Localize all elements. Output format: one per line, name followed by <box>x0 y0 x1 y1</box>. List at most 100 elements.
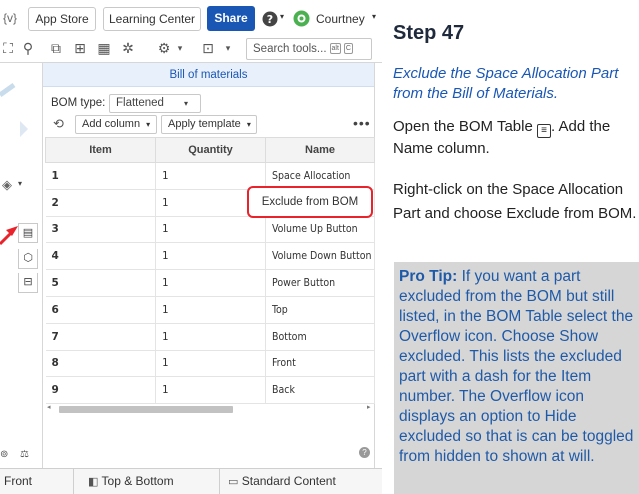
instruction-panel: Step 47 Exclude the Space Allocation Par… <box>382 0 639 494</box>
feature-toolbar: ⛶ ⚲ ⧉ ⊞ ▦ ✲ ⚙ ▾ ⊡ ▾ Search tools... alt C <box>0 35 382 63</box>
chevron-down-icon: ▾ <box>246 120 251 129</box>
column-header-item[interactable]: Item <box>45 137 156 163</box>
cell-item[interactable]: 2 <box>45 189 156 217</box>
share-button[interactable]: Share <box>207 6 255 31</box>
cell-name[interactable]: Front <box>265 350 375 378</box>
balance-icon[interactable]: ⚖ <box>20 449 29 460</box>
pro-tip-label: Pro Tip: <box>399 268 458 285</box>
bom-type-select[interactable]: Flattened ▾ <box>109 94 201 113</box>
cell-item[interactable]: 9 <box>45 376 156 405</box>
cell-qty[interactable]: 1 <box>155 216 266 244</box>
scroll-left-icon[interactable]: ◂ <box>47 403 51 411</box>
scrollbar-thumb[interactable] <box>59 406 233 413</box>
table-row[interactable]: 3 1 Volume Up Button <box>45 216 375 244</box>
appearance-icon[interactable]: ⬡ <box>18 249 38 269</box>
cell-qty[interactable]: 1 <box>155 162 266 190</box>
document-icon[interactable]: ⊚ <box>0 449 8 460</box>
p1-text: Open the BOM Table <box>393 118 533 135</box>
tab-top-bottom[interactable]: ◧ Top & Bottom <box>74 469 220 494</box>
column-header-quantity[interactable]: Quantity <box>155 137 266 163</box>
folder-icon: ▭ <box>228 476 239 488</box>
grid-icon[interactable]: ▦ <box>96 40 112 56</box>
cell-qty[interactable]: 1 <box>155 376 266 405</box>
bom-type-value: Flattened <box>116 97 164 109</box>
cell-name[interactable]: Power Button <box>265 269 375 297</box>
chevron-down-icon: ▾ <box>146 120 151 129</box>
configuration-icon[interactable]: ⊟ <box>18 273 38 293</box>
cell-name[interactable]: Volume Down Button <box>265 242 375 271</box>
top-toolbar: {v} App Store Learning Center Share ? ▾ … <box>0 0 382 35</box>
cell-item[interactable]: 1 <box>45 162 156 190</box>
overflow-icon[interactable]: ••• <box>353 115 371 131</box>
exclude-from-bom-menu-item[interactable]: Exclude from BOM <box>247 186 373 218</box>
cell-item[interactable]: 4 <box>45 242 156 271</box>
step-paragraph-1: Open the BOM Table ≡. Add the Name colum… <box>393 116 637 160</box>
part-icon[interactable]: ⛶ <box>0 40 16 56</box>
tab-label: Top & Bottom <box>101 474 174 488</box>
cell-name[interactable]: Volume Up Button <box>265 216 375 244</box>
cell-name[interactable]: Top <box>265 296 375 324</box>
settings-icon[interactable]: ⚙ <box>156 40 172 56</box>
tab-front[interactable]: Front <box>0 469 74 494</box>
table-row[interactable]: 8 1 Front <box>45 350 375 378</box>
cell-name[interactable]: Bottom <box>265 323 375 351</box>
bom-table-icon: ≡ <box>536 124 551 138</box>
cell-qty[interactable]: 1 <box>155 242 266 271</box>
add-column-button[interactable]: Add column ▾ <box>75 115 157 134</box>
shortcut-key-alt: alt <box>329 43 341 55</box>
bom-table: Item Quantity Name 1 1 Space Allocation 2 1 3… <box>45 137 375 405</box>
view-icon[interactable]: ⊡ <box>200 40 216 56</box>
left-side-strip: ◈ ▾ ▤ ⬡ ⊟ ⊚ ⚖ <box>0 63 42 463</box>
help-icon[interactable]: ? <box>262 11 278 27</box>
cell-item[interactable]: 6 <box>45 296 156 324</box>
apply-template-label: Apply template <box>168 118 241 130</box>
app-store-button[interactable]: App Store <box>28 7 96 31</box>
cell-item[interactable]: 5 <box>45 269 156 297</box>
step-paragraph-2: Right-click on the Space Allocation Part… <box>393 181 637 222</box>
help-chevron-icon[interactable]: ▾ <box>280 12 284 21</box>
chevron-down-icon: ▾ <box>183 99 188 108</box>
learning-center-button[interactable]: Learning Center <box>103 7 201 31</box>
bom-table-icon[interactable]: ▤ <box>18 223 38 243</box>
cell-qty[interactable]: 1 <box>155 323 266 351</box>
cell-name[interactable]: Back <box>265 376 375 405</box>
settings-chevron-icon[interactable]: ▾ <box>172 40 188 56</box>
cell-item[interactable]: 8 <box>45 350 156 378</box>
search-tools-input[interactable]: Search tools... alt C <box>246 38 372 60</box>
table-row[interactable]: 4 1 Volume Down Button <box>45 242 375 271</box>
user-chevron-icon[interactable]: ▾ <box>372 12 376 21</box>
document-tabs: Front ◧ Top & Bottom ▭ Standard Content <box>0 468 382 494</box>
bom-options-icon[interactable]: ⟲ <box>53 116 64 132</box>
cell-item[interactable]: 3 <box>45 216 156 244</box>
cube-icon[interactable]: ◈ <box>2 177 12 193</box>
view-chevron-icon[interactable]: ▾ <box>220 40 236 56</box>
cell-qty[interactable]: 1 <box>155 296 266 324</box>
avatar[interactable] <box>293 10 310 27</box>
scroll-right-icon[interactable]: ▸ <box>367 403 371 411</box>
cube-chevron-icon[interactable]: ▾ <box>18 179 22 188</box>
search-parts-icon[interactable]: ⚲ <box>20 40 36 56</box>
faded-arrow-icon <box>0 82 16 98</box>
horizontal-scrollbar[interactable]: ◂ ▸ <box>45 403 374 415</box>
variables-icon[interactable]: {v} <box>3 11 17 25</box>
group-icon[interactable]: ⊞ <box>72 40 88 56</box>
table-row[interactable]: 5 1 Power Button <box>45 269 375 297</box>
table-header-row: Item Quantity Name <box>45 137 375 163</box>
panel-help-icon[interactable]: ? <box>359 447 370 458</box>
mate-icon[interactable]: ⧉ <box>48 40 64 56</box>
user-name[interactable]: Courtney <box>316 12 365 26</box>
cad-app-panel: {v} App Store Learning Center Share ? ▾ … <box>0 0 382 494</box>
column-header-name[interactable]: Name <box>265 137 375 163</box>
table-row[interactable]: 9 1 Back <box>45 376 375 405</box>
tab-standard-content[interactable]: ▭ Standard Content <box>220 469 382 494</box>
cell-qty[interactable]: 1 <box>155 350 266 378</box>
table-row[interactable]: 7 1 Bottom <box>45 323 375 351</box>
apply-template-button[interactable]: Apply template ▾ <box>161 115 257 134</box>
explode-icon[interactable]: ✲ <box>120 40 136 56</box>
step-title: Step 47 <box>393 22 465 44</box>
bom-panel: Bill of materials BOM type: Flattened ▾ … <box>42 63 375 468</box>
table-row[interactable]: 6 1 Top <box>45 296 375 324</box>
part-studio-icon: ◧ <box>88 476 99 488</box>
cell-qty[interactable]: 1 <box>155 269 266 297</box>
cell-item[interactable]: 7 <box>45 323 156 351</box>
